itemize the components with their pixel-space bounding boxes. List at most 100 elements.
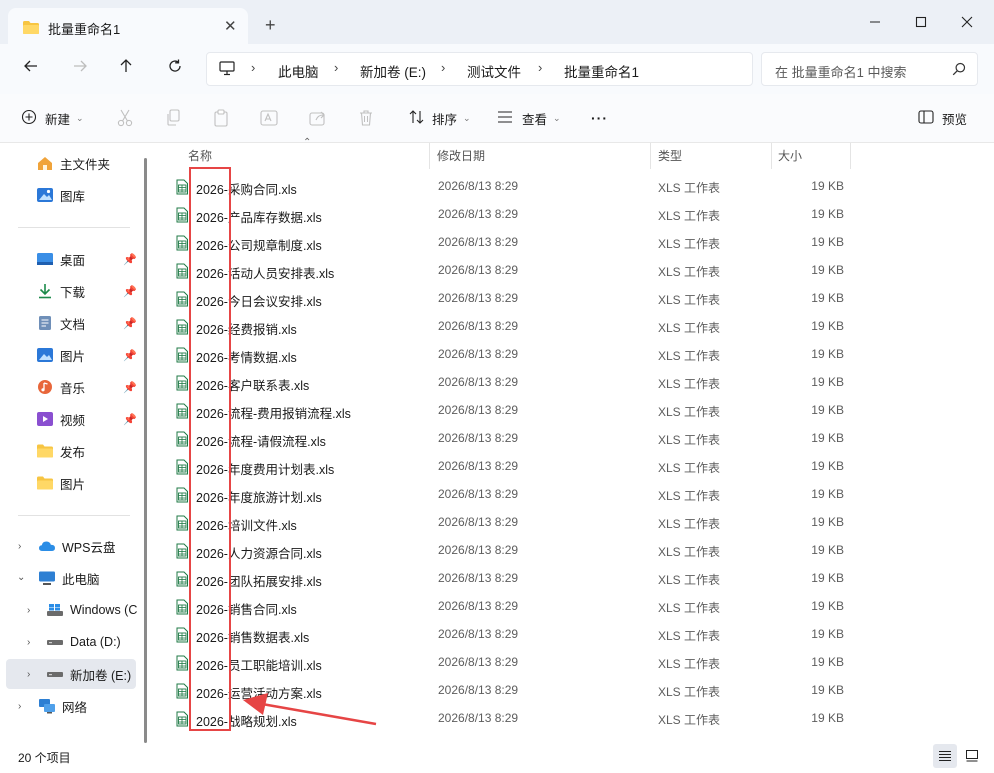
copy-icon[interactable] bbox=[165, 109, 181, 130]
share-icon[interactable] bbox=[309, 109, 327, 130]
file-row[interactable]: 2026-年度旅游计划.xls 2026/8/13 8:29 XLS 工作表 19 K… bbox=[156, 480, 994, 508]
chevron-right-icon[interactable]: › bbox=[27, 605, 30, 616]
more-options-button[interactable]: ··· bbox=[591, 108, 608, 128]
column-divider[interactable] bbox=[771, 143, 772, 169]
file-row[interactable]: 2026-培训文件.xls 2026/8/13 8:29 XLS 工作表 19 KB bbox=[156, 508, 994, 536]
file-row[interactable]: 2026-流程-费用报销流程.xls 2026/8/13 8:29 XLS 工作表 1… bbox=[156, 396, 994, 424]
up-button[interactable] bbox=[114, 58, 138, 82]
breadcrumb-current-folder[interactable]: 批量重命名1 bbox=[564, 61, 639, 81]
active-tab[interactable]: 批量重命名1 ✕ bbox=[8, 8, 248, 44]
breadcrumb-drive-e[interactable]: 新加卷 (E:) bbox=[360, 61, 426, 81]
column-divider[interactable] bbox=[429, 143, 430, 169]
sidebar-item-drive-c[interactable]: Windows (C bbox=[46, 596, 137, 624]
column-header-name[interactable]: 名称 bbox=[188, 147, 212, 164]
address-row: › 此电脑 › 新加卷 (E:) › 测试文件 › 批量重命名1 在 批量重命名… bbox=[0, 44, 994, 94]
back-button[interactable] bbox=[19, 58, 43, 82]
sort-button[interactable]: 排序 ⌄ bbox=[409, 108, 471, 128]
sidebar-item-network[interactable]: 网络 bbox=[38, 692, 87, 720]
column-header-type[interactable]: 类型 bbox=[658, 147, 682, 164]
file-row[interactable]: 2026-今日会议安排.xls 2026/8/13 8:29 XLS 工作表 19 K… bbox=[156, 284, 994, 312]
file-explorer-window: 批量重命名1 ✕ + › 此电脑 › 新加卷 (E:) › 测试文件 › 批量重… bbox=[0, 0, 994, 773]
file-type: XLS 工作表 bbox=[658, 293, 721, 307]
pin-icon[interactable]: 📌 bbox=[123, 285, 137, 298]
drive-icon bbox=[46, 634, 64, 650]
chevron-right-icon[interactable]: › bbox=[18, 701, 21, 712]
file-row[interactable]: 2026-团队拓展安排.xls 2026/8/13 8:29 XLS 工作表 19 K… bbox=[156, 564, 994, 592]
pin-icon[interactable]: 📌 bbox=[123, 253, 137, 266]
large-icons-view-button[interactable] bbox=[960, 744, 984, 768]
file-row[interactable]: 2026-销售合同.xls 2026/8/13 8:29 XLS 工作表 19 KB bbox=[156, 592, 994, 620]
sidebar-divider bbox=[18, 227, 130, 228]
sidebar-item-publish[interactable]: 发布 bbox=[36, 437, 85, 465]
new-button[interactable]: 新建 ⌄ bbox=[21, 108, 84, 128]
sidebar-item-pictures-folder[interactable]: 图片 bbox=[36, 469, 85, 497]
sidebar-item-gallery[interactable]: 图库 bbox=[36, 181, 85, 209]
sidebar-scrollbar[interactable] bbox=[144, 158, 147, 743]
view-button[interactable]: 查看 ⌄ bbox=[497, 108, 561, 128]
sidebar-item-downloads[interactable]: 下载 bbox=[36, 277, 85, 305]
new-tab-icon[interactable]: + bbox=[265, 16, 276, 34]
sidebar-item-music[interactable]: 音乐 bbox=[36, 373, 85, 401]
refresh-button[interactable] bbox=[163, 58, 187, 82]
search-icon[interactable] bbox=[952, 62, 966, 79]
breadcrumb-this-pc[interactable]: 此电脑 bbox=[278, 61, 319, 81]
preview-pane-button[interactable]: 预览 bbox=[918, 108, 967, 128]
maximize-button[interactable] bbox=[898, 8, 944, 36]
column-header-size[interactable]: 大小 bbox=[778, 147, 802, 164]
highlight-rectangle bbox=[189, 167, 231, 731]
folder-icon bbox=[36, 443, 54, 459]
file-row[interactable]: 2026-员工职能培训.xls 2026/8/13 8:29 XLS 工作表 19 K… bbox=[156, 648, 994, 676]
breadcrumb-test-files[interactable]: 测试文件 bbox=[467, 61, 521, 81]
file-row[interactable]: 2026-年度费用计划表.xls 2026/8/13 8:29 XLS 工作表 19 … bbox=[156, 452, 994, 480]
column-divider[interactable] bbox=[650, 143, 651, 169]
chevron-right-icon[interactable]: › bbox=[27, 637, 30, 648]
sidebar-item-pictures[interactable]: 图片 bbox=[36, 341, 85, 369]
file-row[interactable]: 2026-销售数据表.xls 2026/8/13 8:29 XLS 工作表 19 KB bbox=[156, 620, 994, 648]
column-divider[interactable] bbox=[850, 143, 851, 169]
column-header-date[interactable]: 修改日期 bbox=[437, 147, 485, 164]
minimize-button[interactable] bbox=[852, 8, 898, 36]
chevron-down-icon[interactable]: ⌄ bbox=[17, 572, 25, 583]
pin-icon[interactable]: 📌 bbox=[123, 413, 137, 426]
sidebar-item-this-pc[interactable]: 此电脑 bbox=[38, 564, 100, 592]
file-modified-date: 2026/8/13 8:29 bbox=[438, 655, 519, 669]
file-row[interactable]: 2026-运营活动方案.xls 2026/8/13 8:29 XLS 工作表 19 K… bbox=[156, 676, 994, 704]
pin-icon[interactable]: 📌 bbox=[123, 381, 137, 394]
sidebar-item-drive-d[interactable]: Data (D:) bbox=[46, 628, 121, 656]
cut-icon[interactable] bbox=[117, 109, 133, 130]
file-row[interactable]: 2026-活动人员安排表.xls 2026/8/13 8:29 XLS 工作表 19 … bbox=[156, 256, 994, 284]
pin-icon[interactable]: 📌 bbox=[123, 349, 137, 362]
sidebar-item-desktop[interactable]: 桌面 bbox=[36, 245, 85, 273]
file-row[interactable]: 2026-战略规划.xls 2026/8/13 8:29 XLS 工作表 19 KB bbox=[156, 704, 994, 732]
rename-icon[interactable] bbox=[260, 109, 278, 130]
file-row[interactable]: 2026-考情数据.xls 2026/8/13 8:29 XLS 工作表 19 KB bbox=[156, 340, 994, 368]
file-size: 19 KB bbox=[811, 179, 844, 193]
sidebar-item-home[interactable]: 主文件夹 bbox=[36, 149, 110, 177]
chevron-right-icon[interactable]: › bbox=[18, 541, 21, 552]
file-row[interactable]: 2026-产品库存数据.xls 2026/8/13 8:29 XLS 工作表 19 K… bbox=[156, 200, 994, 228]
sidebar-item-drive-e[interactable]: 新加卷 (E:) bbox=[46, 660, 131, 688]
file-type: XLS 工作表 bbox=[658, 321, 721, 335]
search-input[interactable]: 在 批量重命名1 中搜索 bbox=[761, 52, 978, 86]
close-window-button[interactable] bbox=[944, 8, 990, 36]
file-row[interactable]: 2026-公司规章制度.xls 2026/8/13 8:29 XLS 工作表 19 K… bbox=[156, 228, 994, 256]
file-type: XLS 工作表 bbox=[658, 657, 721, 671]
file-row[interactable]: 2026-流程-请假流程.xls 2026/8/13 8:29 XLS 工作表 19 … bbox=[156, 424, 994, 452]
sidebar-item-documents[interactable]: 文档 bbox=[36, 309, 85, 337]
address-bar[interactable]: › 此电脑 › 新加卷 (E:) › 测试文件 › 批量重命名1 bbox=[206, 52, 753, 86]
file-row[interactable]: 2026-人力资源合同.xls 2026/8/13 8:29 XLS 工作表 19 K… bbox=[156, 536, 994, 564]
file-row[interactable]: 2026-经费报销.xls 2026/8/13 8:29 XLS 工作表 19 KB bbox=[156, 312, 994, 340]
delete-icon[interactable] bbox=[358, 109, 374, 130]
chevron-right-icon[interactable]: › bbox=[27, 669, 30, 680]
close-tab-icon[interactable]: ✕ bbox=[224, 17, 237, 35]
file-row[interactable]: 2026-采购合同.xls 2026/8/13 8:29 XLS 工作表 19 KB bbox=[156, 172, 994, 200]
sidebar-item-videos[interactable]: 视频 bbox=[36, 405, 85, 433]
forward-button[interactable] bbox=[68, 58, 92, 82]
sidebar-item-wps-cloud[interactable]: WPS云盘 bbox=[38, 532, 115, 560]
file-row[interactable]: 2026-客户联系表.xls 2026/8/13 8:29 XLS 工作表 19 KB bbox=[156, 368, 994, 396]
details-view-button[interactable] bbox=[933, 744, 957, 768]
paste-icon[interactable] bbox=[213, 109, 229, 130]
pin-icon[interactable]: 📌 bbox=[123, 317, 137, 330]
preview-pane-icon bbox=[918, 109, 934, 127]
file-modified-date: 2026/8/13 8:29 bbox=[438, 459, 519, 473]
